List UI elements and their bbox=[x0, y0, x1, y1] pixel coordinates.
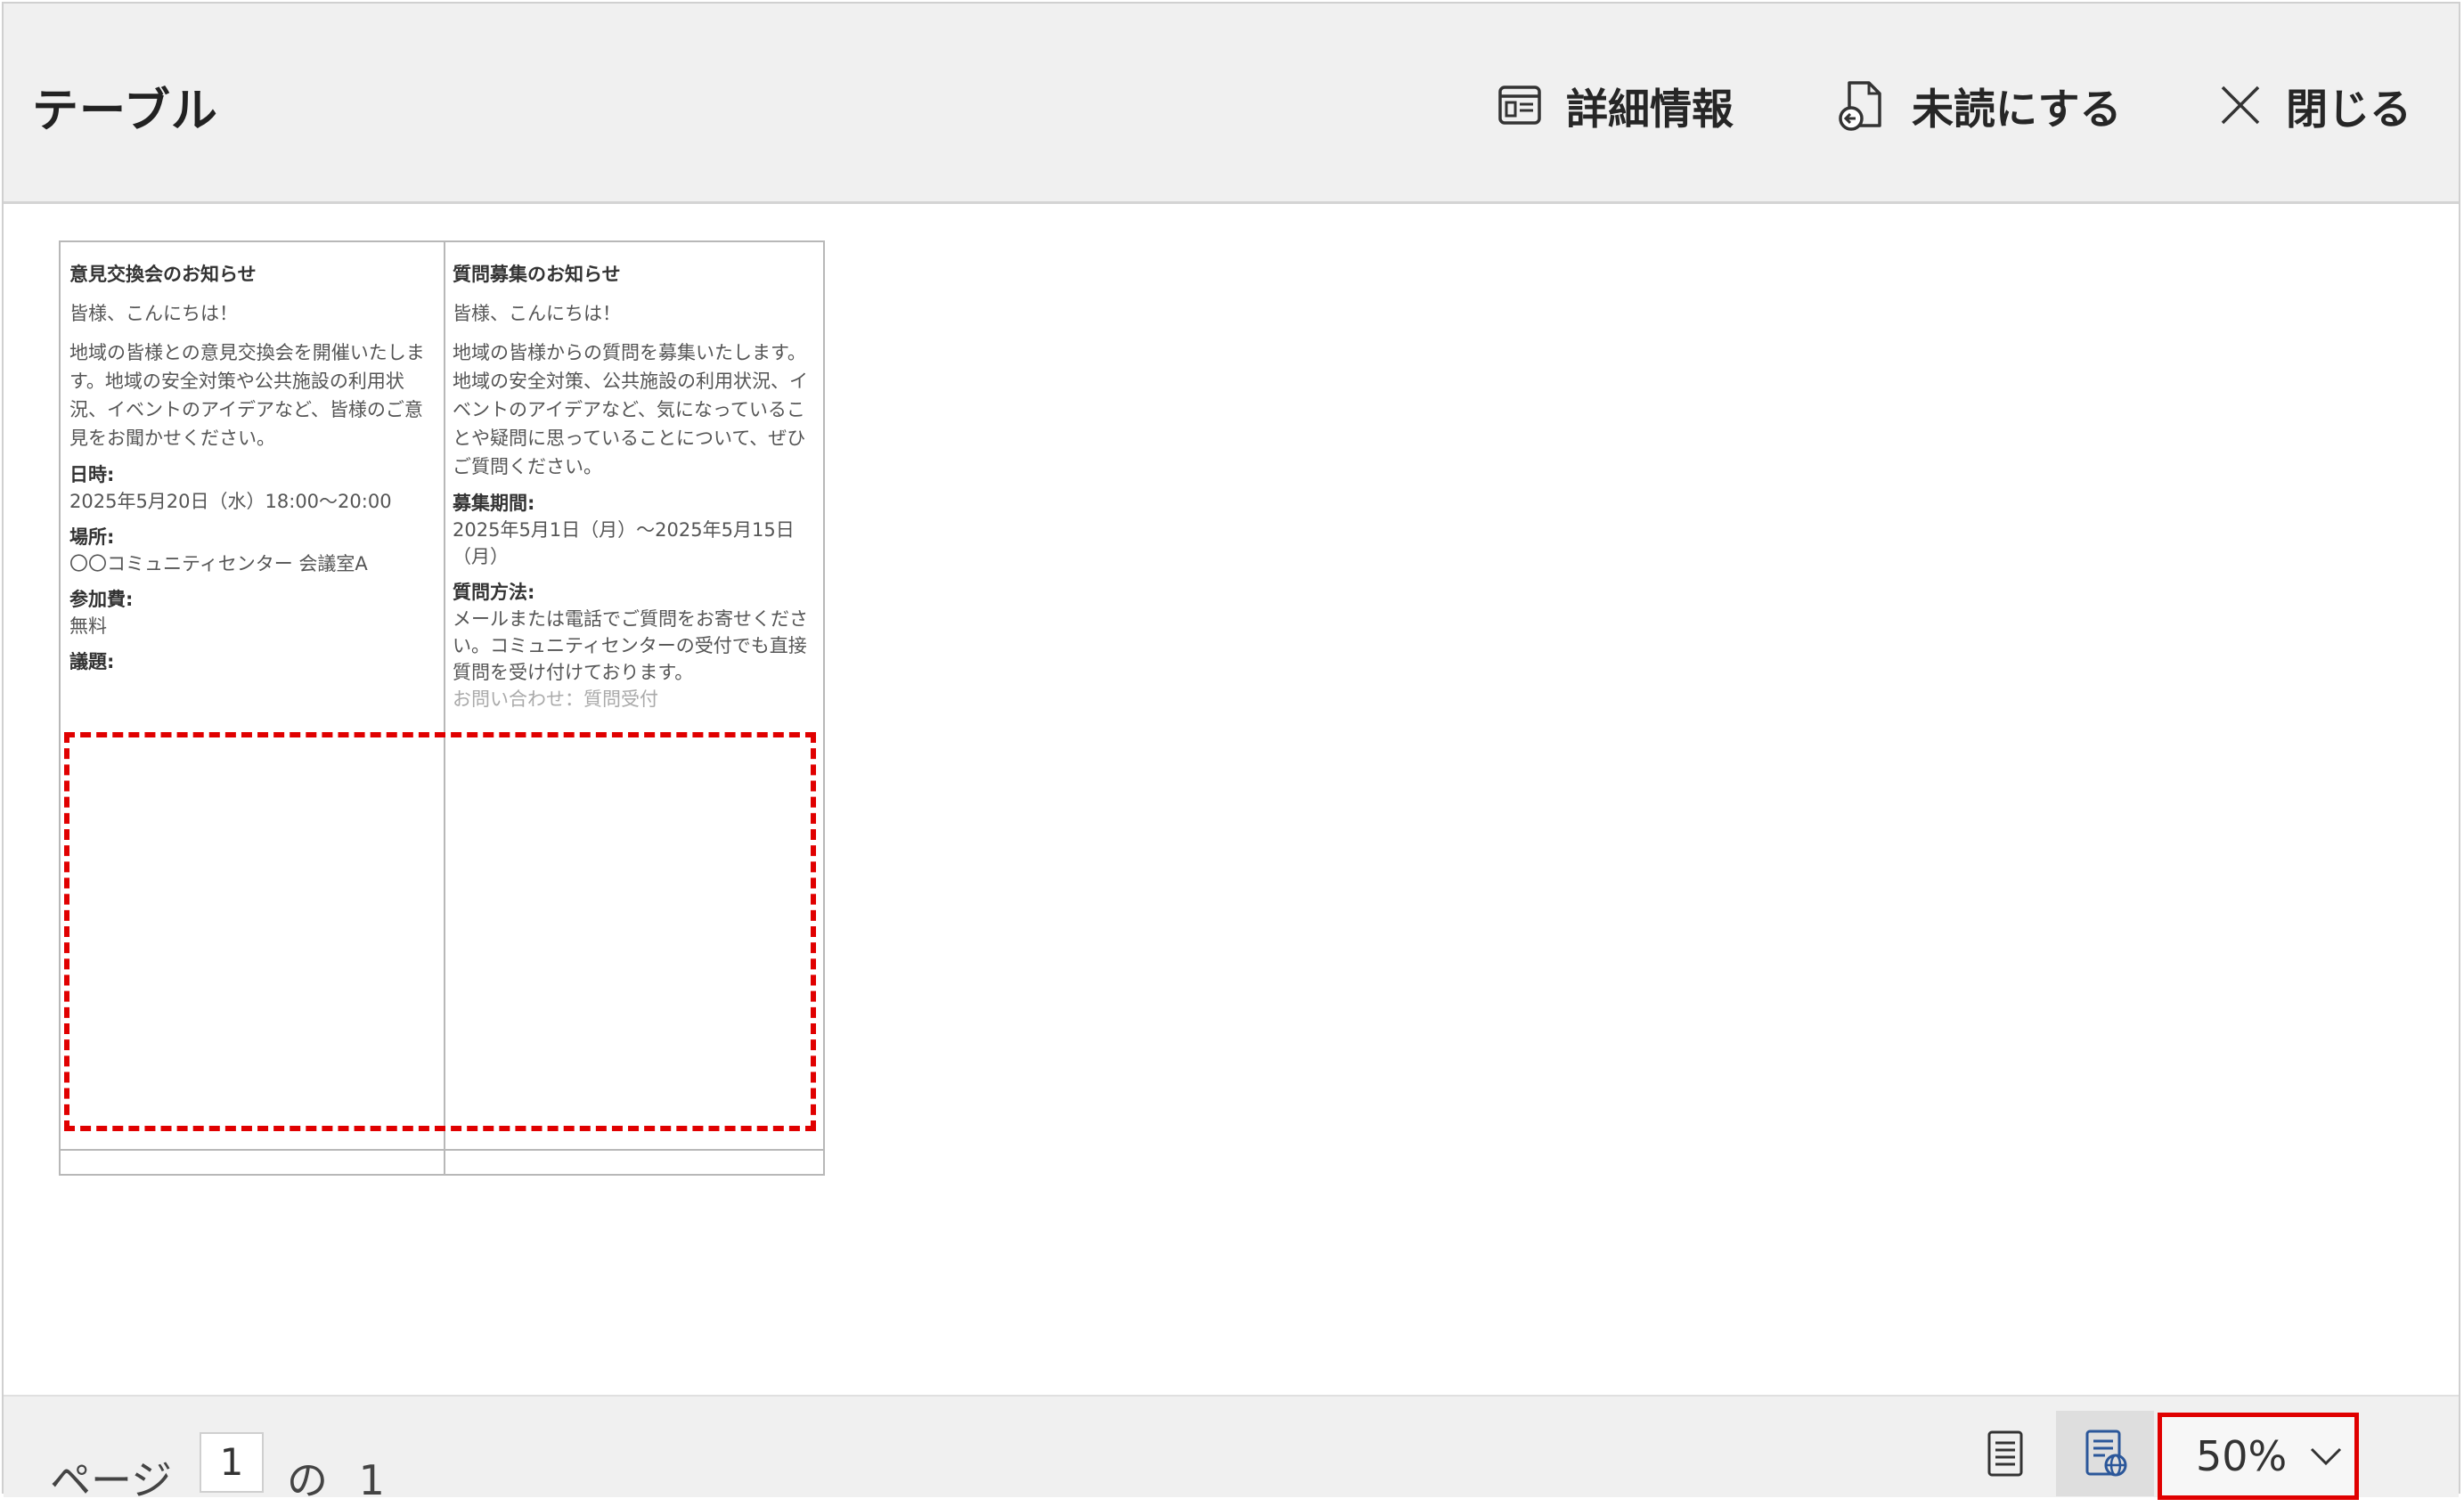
page-number-input[interactable]: 1 bbox=[200, 1432, 264, 1493]
list-view-icon bbox=[1987, 1430, 2023, 1477]
details-button[interactable]: 詳細情報 bbox=[1497, 69, 1734, 141]
list-view-button[interactable] bbox=[1956, 1411, 2054, 1496]
close-icon bbox=[2221, 86, 2260, 125]
place-label: 場所: bbox=[69, 526, 115, 548]
place-value: 〇〇コミュニティセンター 会議室A bbox=[69, 553, 368, 574]
period-label: 募集期間: bbox=[453, 493, 535, 514]
mark-unread-button[interactable]: 未読にする bbox=[1837, 69, 2121, 141]
method-label: 質問方法: bbox=[453, 582, 535, 603]
method-value: メールまたは電話でご質問をお寄せください。コミュニティセンターの受付でも直接質問… bbox=[453, 608, 808, 683]
cell-greeting: 皆様、こんにちは！ bbox=[453, 303, 621, 324]
web-layout-icon bbox=[2085, 1430, 2127, 1477]
date-value: 2025年5月20日（水）18:00〜20:00 bbox=[69, 491, 392, 512]
date-label: 日時: bbox=[69, 464, 115, 485]
table-cell-question-notice: 質問募集のお知らせ 皆様、こんにちは！ 地域の皆様からの質問を募集いたします。地… bbox=[453, 251, 818, 723]
viewer-window: テーブル 詳細情報 未読にする 閉じる 意見交換会のお知らせ 皆様、こんにちは！… bbox=[2, 2, 2460, 1504]
chevron-down-icon bbox=[2311, 1447, 2342, 1466]
fee-value: 無料 bbox=[69, 615, 107, 637]
cell-greeting: 皆様、こんにちは！ bbox=[69, 303, 238, 324]
close-label: 閉じる bbox=[2286, 85, 2411, 134]
page-label: ページ bbox=[50, 1456, 173, 1504]
mark-unread-icon bbox=[1839, 81, 1881, 131]
period-value: 2025年5月1日（月）〜2025年5月15日（月） bbox=[453, 519, 795, 567]
details-label: 詳細情報 bbox=[1566, 85, 1734, 134]
fee-label: 参加費: bbox=[69, 589, 134, 610]
cell-body: 地域の皆様との意見交換会を開催いたします。地域の安全対策や公共施設の利用状況、イ… bbox=[69, 342, 425, 449]
table-cell-meeting-notice: 意見交換会のお知らせ 皆様、こんにちは！ 地域の皆様との意見交換会を開催いたしま… bbox=[69, 251, 435, 723]
cell-title: 意見交換会のお知らせ bbox=[69, 264, 257, 285]
highlight-region bbox=[64, 732, 816, 1131]
web-layout-button[interactable] bbox=[2056, 1411, 2154, 1496]
status-bar: ページ 1 の 1 50% bbox=[4, 1395, 2459, 1504]
mark-unread-label: 未読にする bbox=[1912, 85, 2122, 134]
cell-body: 地域の皆様からの質問を募集いたします。地域の安全対策、公共施設の利用状況、イベン… bbox=[453, 342, 808, 477]
close-button[interactable]: 閉じる bbox=[2218, 69, 2411, 141]
cutoff-text: お問い合わせ：質問受付 bbox=[453, 688, 658, 710]
zoom-dropdown[interactable]: 50% bbox=[2158, 1413, 2359, 1500]
zoom-value: 50% bbox=[2196, 1432, 2288, 1480]
cell-title: 質問募集のお知らせ bbox=[453, 264, 621, 285]
details-pane-icon bbox=[1498, 86, 1541, 125]
header-bar: テーブル 詳細情報 未読にする 閉じる bbox=[4, 4, 2459, 204]
table-row-divider bbox=[61, 1149, 823, 1151]
page-title: テーブル bbox=[32, 85, 218, 138]
page-total: の 1 bbox=[287, 1456, 385, 1504]
agenda-label: 議題: bbox=[69, 651, 115, 672]
